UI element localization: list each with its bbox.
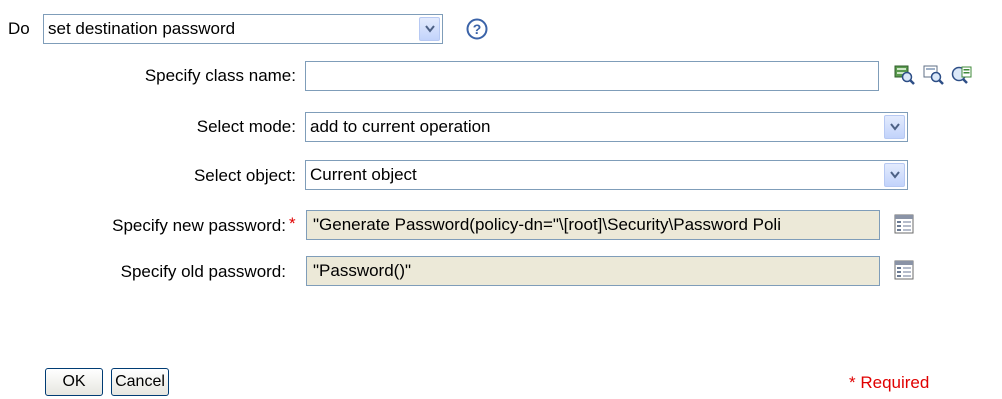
help-symbol: ? [473, 21, 482, 37]
old-password-label: Specify old password: [120, 262, 286, 281]
cancel-button[interactable]: Cancel [111, 368, 169, 396]
browse-object-icon[interactable] [922, 64, 944, 86]
ok-button[interactable]: OK [45, 368, 103, 396]
chevron-down-icon[interactable] [884, 115, 905, 139]
help-icon[interactable]: ? [466, 18, 488, 40]
chevron-down-icon[interactable] [419, 17, 440, 41]
class-name-input[interactable] [305, 61, 879, 91]
object-select[interactable]: Current object [305, 160, 908, 190]
required-marker: * [289, 214, 296, 233]
new-password-value: "Generate Password(policy-dn="\[root]\Se… [313, 215, 781, 234]
old-password-field[interactable]: "Password()" [306, 256, 880, 286]
object-select-value: Current object [310, 165, 417, 184]
mode-select[interactable]: add to current operation [305, 112, 908, 142]
new-password-field[interactable]: "Generate Password(policy-dn="\[root]\Se… [306, 210, 880, 240]
browse-list-icon[interactable] [950, 64, 972, 86]
new-password-label: Specify new password: [112, 216, 286, 235]
old-password-value: "Password()" [313, 261, 412, 280]
argument-builder-icon[interactable] [893, 259, 915, 281]
action-select-value: set destination password [48, 19, 236, 38]
browse-schema-icon[interactable] [893, 64, 915, 86]
do-label: Do [8, 19, 30, 38]
required-note: * Required [849, 373, 930, 392]
mode-label: Select mode: [196, 117, 296, 136]
argument-builder-icon[interactable] [893, 213, 915, 235]
chevron-down-icon[interactable] [884, 163, 905, 187]
class-name-label: Specify class name: [144, 66, 296, 85]
object-label: Select object: [193, 166, 296, 185]
action-select[interactable]: set destination password [43, 14, 443, 44]
mode-select-value: add to current operation [310, 117, 491, 136]
